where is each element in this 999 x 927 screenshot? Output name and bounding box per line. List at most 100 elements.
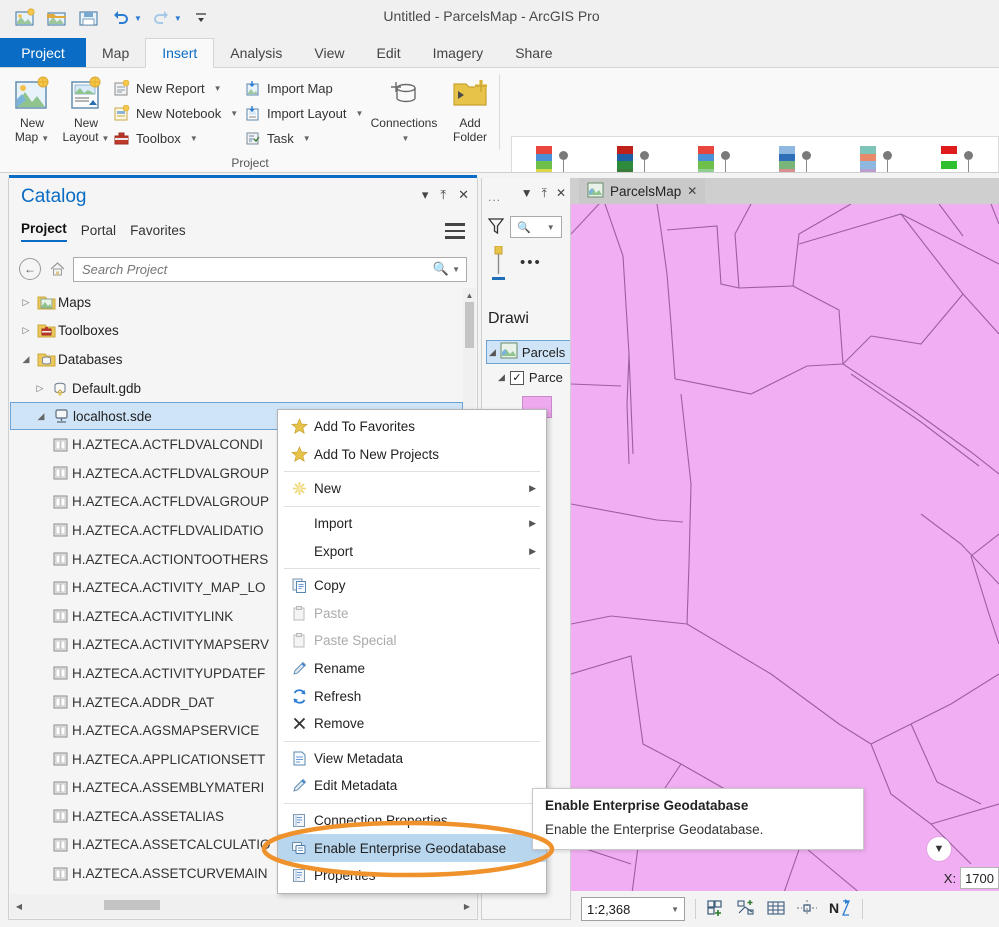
tab-portal[interactable]: Portal xyxy=(81,223,116,242)
pin-icon[interactable]: ⤒ xyxy=(542,186,547,201)
chevron-down-icon[interactable]: ▼ xyxy=(230,109,238,118)
back-button[interactable]: ← xyxy=(19,258,41,280)
ribbon-tab-map[interactable]: Map xyxy=(86,38,145,67)
filter-icon[interactable] xyxy=(488,217,504,238)
expander-icon[interactable]: ◢ xyxy=(18,354,34,365)
contents-sublayer-parcels[interactable]: ◢ ✓ Parce xyxy=(498,370,563,385)
north-icon[interactable]: N xyxy=(828,898,852,921)
tab-project[interactable]: Project xyxy=(21,221,67,242)
measure-icon[interactable] xyxy=(736,899,756,920)
search-input[interactable] xyxy=(80,261,429,278)
search-icon[interactable]: 🔍 xyxy=(517,221,531,234)
menu-item-edit-metadata[interactable]: Edit Metadata xyxy=(278,772,546,800)
ribbon-tab-imagery[interactable]: Imagery xyxy=(417,38,500,67)
map-tab-parcelsmap[interactable]: ParcelsMap ✕ xyxy=(579,178,705,204)
chevron-down-icon[interactable]: ▼ xyxy=(671,905,679,914)
close-icon[interactable]: ✕ xyxy=(687,184,697,198)
catalog-options-menu-icon[interactable] xyxy=(445,223,465,243)
home-icon[interactable] xyxy=(47,259,67,279)
expander-icon[interactable]: ◢ xyxy=(489,347,496,358)
scrollbar-track[interactable] xyxy=(28,894,458,918)
chevron-down-icon[interactable]: ▼ xyxy=(41,134,49,143)
chevron-down-icon[interactable]: ▼ xyxy=(402,134,410,143)
contents-overflow-icon[interactable]: ... xyxy=(488,190,501,204)
menu-item-remove[interactable]: Remove xyxy=(278,710,546,738)
tree-node-databases[interactable]: ◢ Databases xyxy=(10,345,463,374)
menu-item-view-metadata[interactable]: View Metadata xyxy=(278,745,546,773)
gallery-item-paired-map-notes[interactable]: Paired Map Notes xyxy=(755,137,836,173)
menu-item-import[interactable]: Import ▶ xyxy=(278,510,546,538)
ribbon-tab-share[interactable]: Share xyxy=(499,38,568,67)
ribbon-tab-view[interactable]: View xyxy=(298,38,360,67)
gallery-item-dark-map-notes[interactable]: Dark Map Notes xyxy=(593,137,674,173)
add-folder-button[interactable]: Add Folder xyxy=(442,72,498,144)
ribbon-tab-project[interactable]: Project xyxy=(0,38,86,67)
expander-icon[interactable]: ◢ xyxy=(33,411,49,422)
menu-item-refresh[interactable]: Refresh xyxy=(278,682,546,710)
new-map-button[interactable]: New Map▼ xyxy=(4,72,60,146)
new-notebook-button[interactable]: New Notebook ▼ xyxy=(112,101,238,126)
tab-favorites[interactable]: Favorites xyxy=(130,223,186,242)
chevron-down-icon[interactable]: ▼ xyxy=(214,84,222,93)
ribbon-tab-insert[interactable]: Insert xyxy=(145,38,214,68)
menu-item-rename[interactable]: Rename xyxy=(278,655,546,683)
close-icon[interactable]: ✕ xyxy=(458,188,469,201)
expander-icon[interactable]: ▷ xyxy=(32,383,48,394)
pane-menu-icon[interactable]: ▾ xyxy=(422,188,429,201)
map-scale-selector[interactable]: 1:2,368 ▼ xyxy=(581,897,685,921)
scrollbar-thumb[interactable] xyxy=(465,302,474,348)
pin-icon[interactable]: ⤒ xyxy=(440,188,446,201)
gallery-item-light-map-notes[interactable]: Light Map Notes xyxy=(674,137,755,173)
connections-button[interactable]: Connections ▼ xyxy=(368,72,440,146)
tree-node-maps[interactable]: ▷ Maps xyxy=(10,288,463,317)
chevron-down-icon[interactable]: ▼ xyxy=(303,134,311,143)
search-box[interactable]: 🔍 ▼ xyxy=(73,257,467,282)
expander-icon[interactable]: ▷ xyxy=(18,297,34,308)
catalog-horizontal-scrollbar[interactable]: ◀ ▶ xyxy=(10,894,476,918)
toolbox-button[interactable]: Toolbox ▼ xyxy=(112,126,198,151)
search-dropdown-icon[interactable]: ▼ xyxy=(452,265,460,274)
tree-node-default-gdb[interactable]: ▷ Default.gdb xyxy=(10,374,463,403)
search-icon[interactable]: 🔍 xyxy=(433,261,449,277)
search-dropdown-icon[interactable]: ▼ xyxy=(547,223,555,232)
import-map-button[interactable]: Import Map xyxy=(243,76,333,101)
gallery-item-bright-map-notes[interactable]: Bright Map Notes xyxy=(512,137,593,173)
ribbon-tab-edit[interactable]: Edit xyxy=(360,38,416,67)
menu-item-add-to-new-projects[interactable]: Add To New Projects xyxy=(278,441,546,469)
pane-menu-icon[interactable]: ▼ xyxy=(521,186,533,201)
map-pin-icon[interactable] xyxy=(492,246,506,283)
menu-item-new[interactable]: New ▶ xyxy=(278,475,546,503)
new-report-button[interactable]: New Report ▼ xyxy=(112,76,222,101)
gallery-item-red-green-map-notes[interactable]: Red G Map xyxy=(917,137,998,173)
scroll-up-icon[interactable]: ▲ xyxy=(463,288,476,302)
menu-item-connection-properties[interactable]: Connection Properties xyxy=(278,807,546,835)
menu-item-copy[interactable]: Copy xyxy=(278,572,546,600)
menu-item-add-to-favorites[interactable]: Add To Favorites xyxy=(278,413,546,441)
chevron-down-icon[interactable]: ▼ xyxy=(102,134,110,143)
expander-icon[interactable]: ▷ xyxy=(18,325,34,336)
chevron-down-icon[interactable]: ▼ xyxy=(356,109,364,118)
scrollbar-thumb[interactable] xyxy=(104,900,160,910)
menu-item-enable-enterprise-geodatabase[interactable]: Enable Enterprise Geodatabase xyxy=(278,834,546,862)
expander-icon[interactable]: ◢ xyxy=(498,372,505,383)
menu-item-properties[interactable]: Properties xyxy=(278,862,546,890)
context-menu[interactable]: Add To Favorites Add To New Projects New… xyxy=(277,409,547,894)
import-layout-button[interactable]: Import Layout ▼ xyxy=(243,101,363,126)
chevron-down-icon[interactable]: ▼ xyxy=(190,134,198,143)
selected-features-icon[interactable] xyxy=(706,899,726,920)
scroll-right-icon[interactable]: ▶ xyxy=(458,902,476,911)
snapping-icon[interactable] xyxy=(796,899,818,920)
gallery-item-pastel-map-notes[interactable]: Pastel Map Notes xyxy=(836,137,917,173)
new-layout-button[interactable]: New Layout▼ xyxy=(58,72,114,146)
grid-icon[interactable] xyxy=(766,899,786,920)
tree-node-toolboxes[interactable]: ▷ Toolboxes xyxy=(10,317,463,346)
task-button[interactable]: Task ▼ xyxy=(243,126,311,151)
ribbon-tab-analysis[interactable]: Analysis xyxy=(214,38,298,67)
close-icon[interactable]: ✕ xyxy=(556,186,566,201)
layer-visibility-checkbox[interactable]: ✓ xyxy=(510,371,524,385)
menu-item-export[interactable]: Export ▶ xyxy=(278,537,546,565)
contents-search-box[interactable]: 🔍 ▼ xyxy=(510,216,562,238)
map-expand-chevron-icon[interactable]: ▼ xyxy=(927,837,951,861)
scroll-left-icon[interactable]: ◀ xyxy=(10,902,28,911)
contents-layer-parcels[interactable]: ◢ Parcels xyxy=(486,340,571,364)
